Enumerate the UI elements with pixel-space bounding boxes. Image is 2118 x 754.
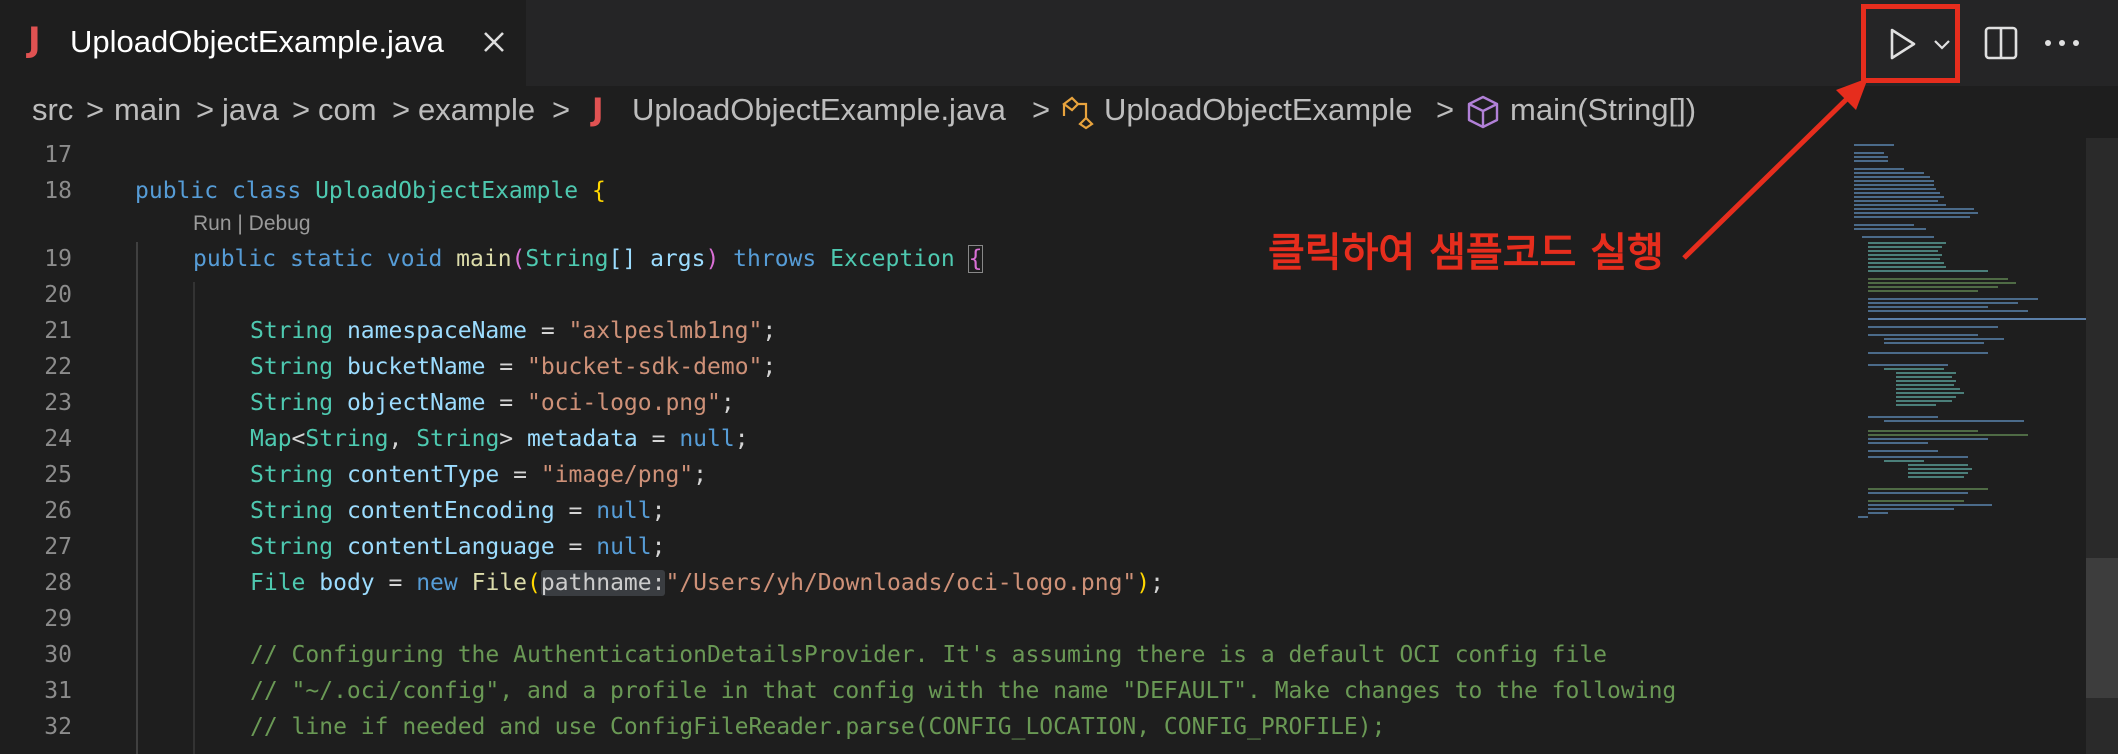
line-number: 32 bbox=[44, 714, 72, 740]
java-file-icon: J bbox=[592, 92, 604, 128]
tab-title: UploadObjectExample.java bbox=[70, 24, 444, 59]
breadcrumb-separator: > bbox=[1436, 92, 1455, 127]
line-number: 22 bbox=[44, 354, 72, 380]
scrollbar-thumb[interactable] bbox=[2086, 558, 2118, 698]
code-line-27: String contentLanguage = null; bbox=[250, 534, 666, 560]
method-cube-icon bbox=[1467, 95, 1499, 129]
code-line-31: // "~/.oci/config", and a profile in tha… bbox=[250, 678, 1677, 704]
line-number: 17 bbox=[44, 142, 72, 168]
close-icon[interactable] bbox=[478, 26, 510, 58]
split-editor-icon[interactable] bbox=[1982, 24, 2020, 62]
breadcrumb-item-file[interactable]: UploadObjectExample.java bbox=[632, 92, 1006, 128]
code-line-30: // Configuring the AuthenticationDetails… bbox=[250, 642, 1608, 668]
line-number: 27 bbox=[44, 534, 72, 560]
code-line-24: Map<String, String> metadata = null; bbox=[250, 426, 749, 452]
annotation-arrow bbox=[1682, 78, 1868, 260]
code-line-19: public static void main(String[] args) t… bbox=[193, 245, 984, 273]
code-lens-run-debug[interactable]: Run | Debug bbox=[193, 212, 311, 236]
code-line-18: public class UploadObjectExample { bbox=[135, 178, 606, 204]
line-number: 20 bbox=[44, 282, 72, 308]
line-number: 23 bbox=[44, 390, 72, 416]
line-number: 25 bbox=[44, 462, 72, 488]
code-line-28: File body = new File(pathname:"/Users/yh… bbox=[250, 570, 1164, 596]
annotation-text: 클릭하여 샘플코드 실행 bbox=[1268, 230, 1664, 276]
minimap[interactable] bbox=[1848, 138, 2098, 754]
java-file-icon: J bbox=[28, 20, 41, 60]
breadcrumb-item-class[interactable]: UploadObjectExample bbox=[1104, 92, 1412, 128]
code-line-22: String bucketName = "bucket-sdk-demo"; bbox=[250, 354, 777, 380]
breadcrumb-item-java[interactable]: java bbox=[222, 92, 279, 128]
vertical-scrollbar[interactable] bbox=[2086, 138, 2118, 754]
breadcrumb-separator: > bbox=[86, 92, 105, 127]
breadcrumb-item-com[interactable]: com bbox=[318, 92, 377, 128]
line-number: 26 bbox=[44, 498, 72, 524]
code-line-21: String namespaceName = "axlpeslmb1ng"; bbox=[250, 318, 777, 344]
line-number: 29 bbox=[44, 606, 72, 632]
indent-guide bbox=[136, 242, 138, 754]
code-line-25: String contentType = "image/png"; bbox=[250, 462, 708, 488]
more-icon[interactable] bbox=[2040, 24, 2084, 62]
breadcrumb-separator: > bbox=[196, 92, 215, 127]
line-number: 28 bbox=[44, 570, 72, 596]
breadcrumb-item-main[interactable]: main bbox=[114, 92, 181, 128]
line-number: 24 bbox=[44, 426, 72, 452]
code-line-26: String contentEncoding = null; bbox=[250, 498, 666, 524]
line-number: 31 bbox=[44, 678, 72, 704]
breadcrumb-separator: > bbox=[392, 92, 411, 127]
class-symbol-icon bbox=[1062, 96, 1094, 130]
line-number: 21 bbox=[44, 318, 72, 344]
code-line-23: String objectName = "oci-logo.png"; bbox=[250, 390, 735, 416]
parameter-hint: pathname: bbox=[540, 570, 666, 596]
line-number: 18 bbox=[44, 178, 72, 204]
editor-tab[interactable]: J UploadObjectExample.java bbox=[0, 0, 526, 86]
code-line-32: // line if needed and use ConfigFileRead… bbox=[250, 714, 1386, 740]
breadcrumb-separator: > bbox=[552, 92, 571, 127]
breadcrumb-separator: > bbox=[292, 92, 311, 127]
breadcrumb-item-src[interactable]: src bbox=[32, 92, 73, 128]
indent-guide bbox=[193, 282, 195, 754]
line-number: 19 bbox=[44, 246, 72, 272]
line-number: 30 bbox=[44, 642, 72, 668]
breadcrumb-item-example[interactable]: example bbox=[418, 92, 535, 128]
breadcrumb-separator: > bbox=[1032, 92, 1051, 127]
